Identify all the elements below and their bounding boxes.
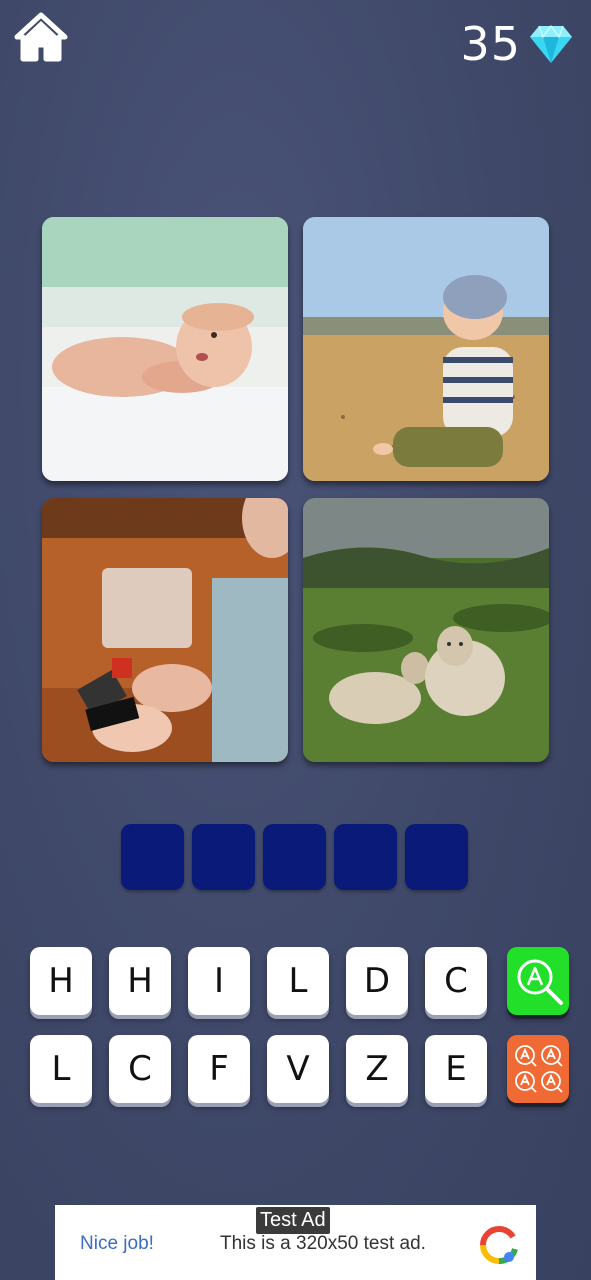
reveal-button[interactable]: [507, 1035, 569, 1103]
letter-key[interactable]: H: [30, 947, 92, 1015]
home-icon: [14, 12, 68, 62]
answer-slot[interactable]: [192, 824, 255, 890]
picture-baby[interactable]: [42, 217, 288, 481]
picture-sheep[interactable]: [303, 498, 549, 762]
answer-slots: [121, 824, 468, 890]
ad-headline: Nice job!: [80, 1233, 154, 1254]
letter-key[interactable]: V: [267, 1035, 329, 1103]
diamond-icon: [530, 24, 572, 63]
ad-logo-icon: [480, 1225, 518, 1264]
picture-child-toy[interactable]: [42, 498, 288, 762]
answer-slot[interactable]: [405, 824, 468, 890]
answer-slot[interactable]: [121, 824, 184, 890]
hint-button[interactable]: [507, 947, 569, 1015]
ad-badge: Test Ad: [256, 1207, 330, 1234]
picture-toddler-beach[interactable]: [303, 217, 549, 481]
letter-key[interactable]: F: [188, 1035, 250, 1103]
letter-key[interactable]: Z: [346, 1035, 408, 1103]
multi-letter-reveal-icon: [515, 1045, 563, 1093]
letter-key[interactable]: I: [188, 947, 250, 1015]
home-button[interactable]: [14, 12, 68, 62]
letter-key[interactable]: E: [425, 1035, 487, 1103]
answer-slot[interactable]: [263, 824, 326, 890]
answer-slot[interactable]: [334, 824, 397, 890]
ad-body: This is a 320x50 test ad.: [220, 1233, 426, 1254]
letter-key[interactable]: L: [30, 1035, 92, 1103]
gem-counter[interactable]: 35: [460, 17, 573, 71]
gem-count: 35: [460, 17, 521, 71]
letter-key[interactable]: C: [425, 947, 487, 1015]
letter-key[interactable]: C: [109, 1035, 171, 1103]
letter-key[interactable]: D: [346, 947, 408, 1015]
letter-key[interactable]: L: [267, 947, 329, 1015]
magnify-letter-icon: [517, 959, 563, 1005]
letter-key[interactable]: H: [109, 947, 171, 1015]
